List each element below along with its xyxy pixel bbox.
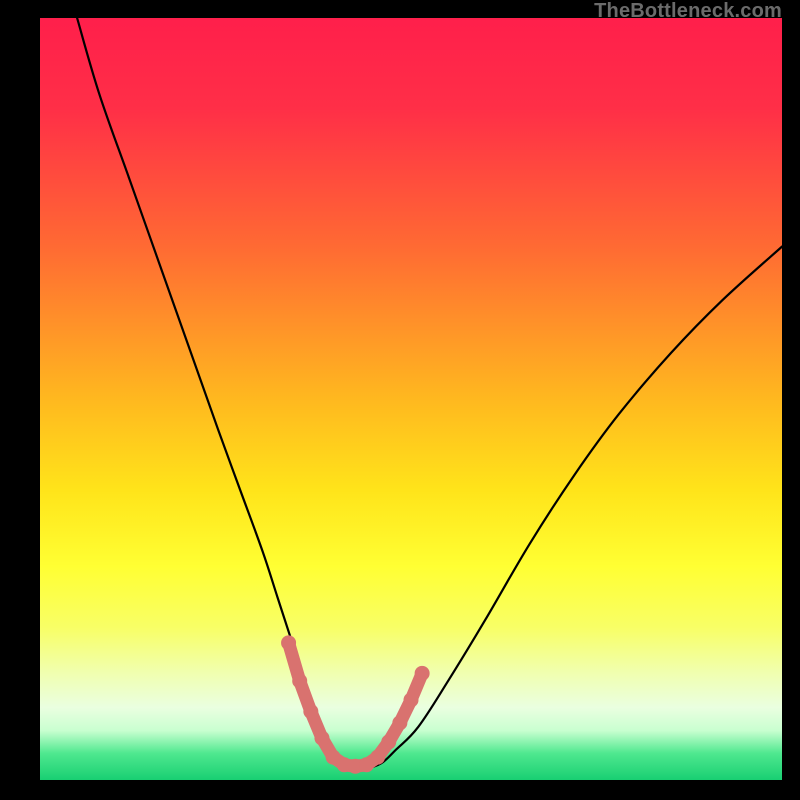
plot-area xyxy=(40,18,782,780)
highlight-marker xyxy=(381,734,396,749)
highlight-marker xyxy=(392,715,407,730)
highlight-marker xyxy=(303,704,318,719)
highlight-marker xyxy=(415,666,430,681)
highlight-marker xyxy=(314,731,329,746)
chart-frame: TheBottleneck.com xyxy=(0,0,800,800)
highlight-marker xyxy=(281,635,296,650)
highlight-marker xyxy=(370,750,385,765)
curve-layer xyxy=(40,18,782,780)
highlight-markers xyxy=(281,635,430,773)
highlight-marker xyxy=(404,692,419,707)
attribution-label: TheBottleneck.com xyxy=(594,0,782,23)
highlight-marker xyxy=(292,673,307,688)
bottleneck-curve xyxy=(77,18,782,768)
